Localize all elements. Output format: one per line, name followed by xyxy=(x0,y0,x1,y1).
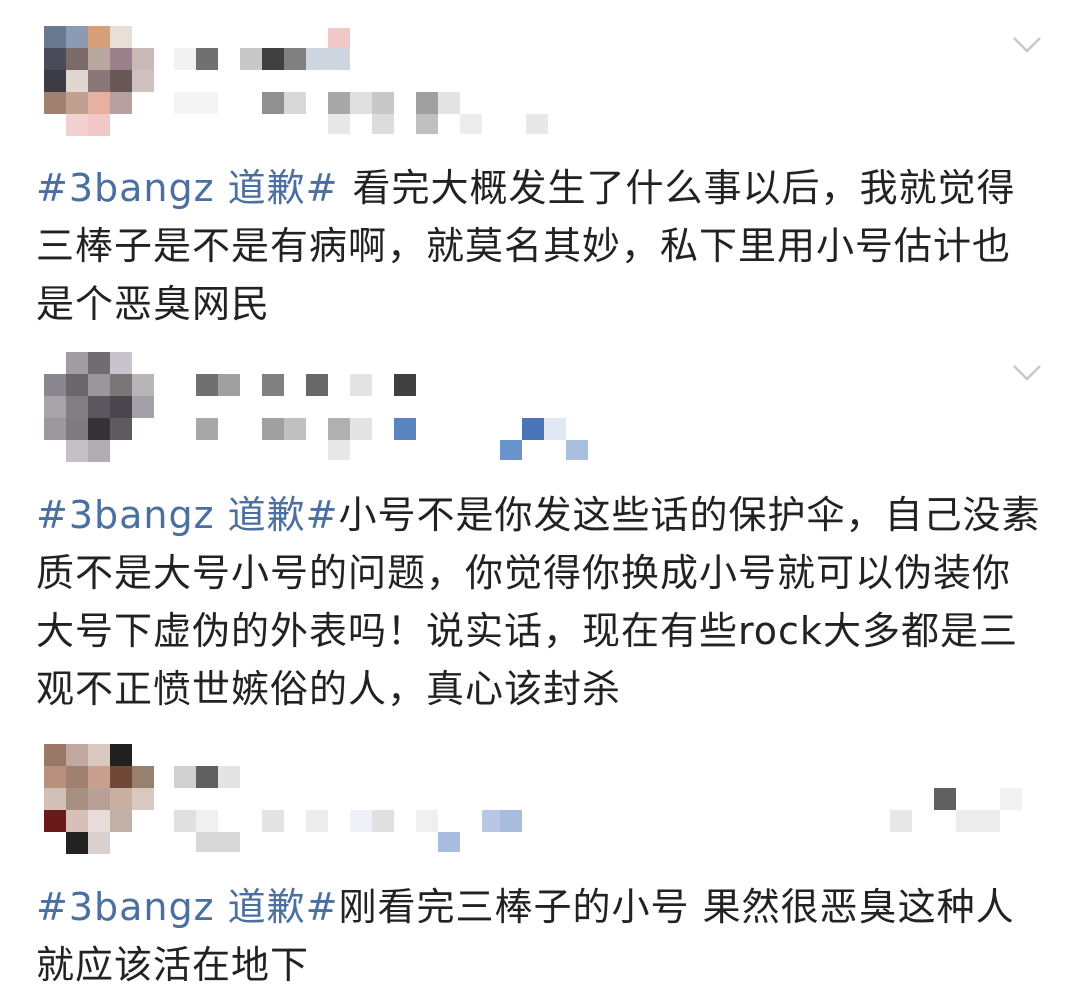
chevron-down-icon[interactable] xyxy=(1012,364,1042,382)
comment-item: #3bangz 道歉#小号不是你发这些话的保护伞，自己没素质不是大号小号的问题，… xyxy=(0,340,1080,732)
avatar[interactable] xyxy=(44,26,154,136)
hashtag-link[interactable]: #3bangz 道歉# xyxy=(36,885,339,929)
comment-text: #3bangz 道歉#小号不是你发这些话的保护伞，自己没素质不是大号小号的问题，… xyxy=(36,486,1046,718)
comment-text: #3bangz 道歉#刚看完三棒子的小号 果然很恶臭这种人就应该活在地下 xyxy=(36,878,1046,994)
avatar[interactable] xyxy=(44,352,154,462)
hashtag-link[interactable]: #3bangz 道歉# xyxy=(36,493,339,537)
comment-item: #3bangz 道歉#刚看完三棒子的小号 果然很恶臭这种人就应该活在地下 xyxy=(0,732,1080,1004)
chevron-down-icon[interactable] xyxy=(1012,36,1042,54)
hashtag-link[interactable]: #3bangz 道歉# xyxy=(36,166,339,210)
avatar[interactable] xyxy=(44,744,154,854)
comment-item: #3bangz 道歉# 看完大概发生了什么事以后，我就觉得三棒子是不是有病啊，就莫… xyxy=(0,0,1080,340)
comment-text: #3bangz 道歉# 看完大概发生了什么事以后，我就觉得三棒子是不是有病啊，就莫… xyxy=(36,159,1046,333)
